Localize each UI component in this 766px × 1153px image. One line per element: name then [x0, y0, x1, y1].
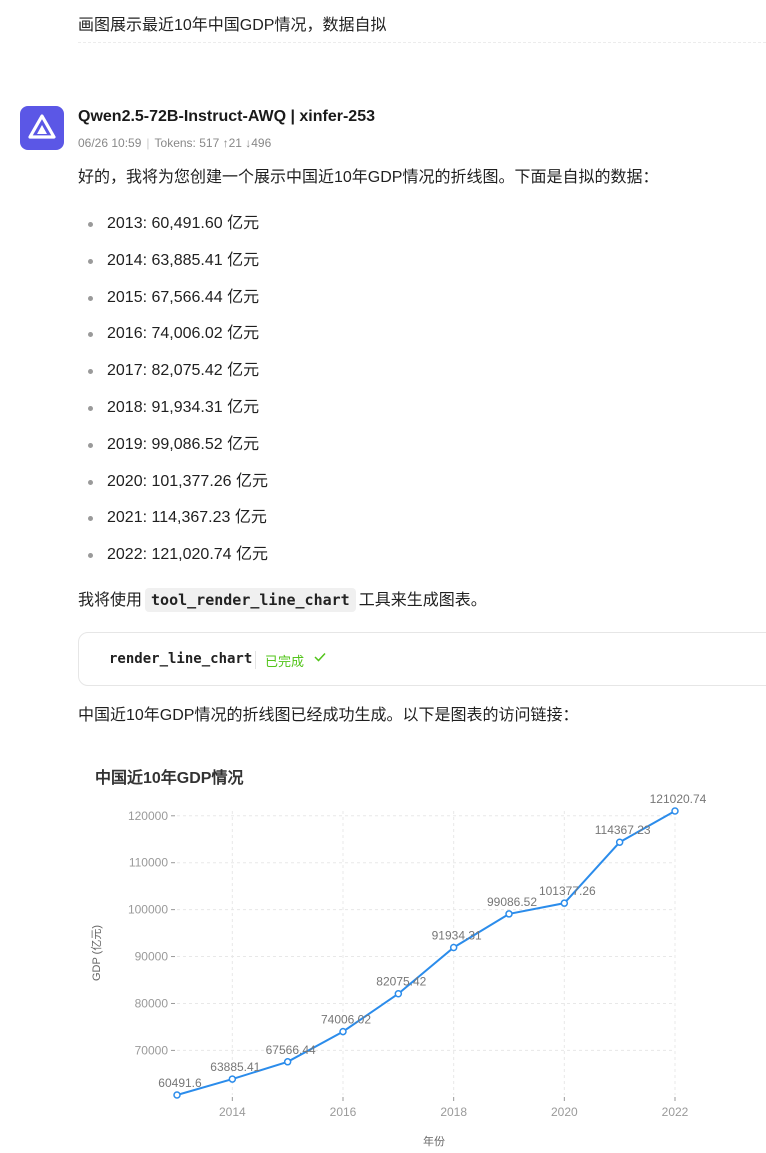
data-point — [505, 910, 513, 918]
tool-text-after: 工具来生成图表。 — [358, 592, 487, 609]
x-tick-label: 2014 — [219, 1105, 246, 1119]
data-label: 82075.42 — [376, 975, 426, 989]
list-item-text: 2013: 60,491.60 亿元 — [107, 215, 260, 232]
y-tick-label: 110000 — [129, 856, 168, 870]
list-item: 2022: 121,020.74 亿元 — [80, 543, 268, 580]
tool-card-divider — [255, 651, 256, 669]
data-label: 99086.52 — [487, 895, 537, 909]
data-label: 74006.02 — [321, 1013, 371, 1027]
x-axis-label: 年份 — [423, 1134, 445, 1148]
tool-call-name: render_line_chart — [109, 651, 253, 667]
bullet-icon — [88, 332, 93, 338]
y-tick-label: 80000 — [135, 996, 169, 1010]
list-item-text: 2014: 63,885.41 亿元 — [107, 251, 260, 269]
y-tick-label: 100000 — [128, 903, 168, 917]
list-item-text: 2019: 99,086.52 亿元 — [107, 435, 260, 453]
data-point — [449, 943, 458, 952]
chart-title: 中国近10年GDP情况 — [95, 770, 244, 787]
data-point — [173, 1091, 181, 1099]
list-item-text: 2017: 82,075.42 亿元 — [107, 362, 260, 380]
list-item-text: 2018: 91,934.31 亿元 — [107, 398, 260, 416]
token-count: Tokens: 517 ↑21 ↓496 — [154, 136, 272, 150]
tool-text-before: 我将使用 — [78, 592, 143, 609]
list-item: 2016: 74,006.02 亿元 — [80, 322, 268, 359]
bot-name: Qwen2.5-72B-Instruct-AWQ | xinfer-253 — [78, 108, 375, 125]
x-tick-label: 2016 — [330, 1105, 357, 1119]
x-tick-label: 2018 — [440, 1105, 467, 1119]
bullet-icon — [88, 479, 93, 485]
data-label: 101377.26 — [539, 884, 596, 898]
data-label: 63885.41 — [210, 1060, 260, 1074]
list-item: 2020: 101,377.26 亿元 — [80, 470, 268, 507]
intro-text: 好的，我将为您创建一个展示中国近10年GDP情况的折线图。下面是自拟的数据： — [78, 169, 659, 186]
message-meta: 06/26 10:59 | Tokens: 517 ↑21 ↓496 — [78, 136, 272, 150]
bullet-icon — [88, 295, 93, 301]
bullet-icon — [88, 442, 93, 448]
list-item-text: 2015: 67,566.44 亿元 — [107, 288, 260, 306]
x-tick-label: 2022 — [662, 1105, 689, 1119]
data-point — [283, 1058, 292, 1066]
list-item: 2014: 63,885.41 亿元 — [80, 249, 268, 286]
y-tick-label: 120000 — [128, 809, 168, 823]
data-label: 60491.6 — [158, 1076, 202, 1090]
data-point — [228, 1075, 237, 1083]
list-item-text: 2021: 114,367.23 亿元 — [107, 509, 267, 527]
gdp-line-chart: 70000 80000 90000 100000 110000 120000 2014 201… — [90, 792, 707, 1148]
list-item: 2018: 91,934.31 亿元 — [80, 396, 268, 433]
message-timestamp: 06/26 10:59 — [78, 136, 142, 150]
list-item: 2015: 67,566.44 亿元 — [80, 286, 268, 323]
data-point — [671, 807, 679, 815]
bullet-icon — [88, 258, 93, 264]
data-point — [339, 1027, 347, 1036]
gdp-data-list: 2013: 60,491.60 亿元 2014: 63,885.41 亿元 20… — [80, 212, 268, 580]
list-item: 2017: 82,075.42 亿元 — [80, 359, 268, 396]
tool-usage-text: 我将使用 tool_render_line_chart 工具来生成图表。 — [78, 586, 487, 615]
list-item-text: 2022: 121,020.74 亿元 — [107, 546, 269, 564]
check-icon — [314, 652, 326, 662]
tool-call-status: 已完成 — [265, 654, 305, 669]
data-label: 67566.44 — [266, 1043, 316, 1057]
data-point — [615, 838, 624, 846]
data-point — [394, 989, 403, 998]
tool-code: tool_render_line_chart — [145, 588, 356, 612]
list-item: 2021: 114,367.23 亿元 — [80, 506, 268, 543]
tool-call-card[interactable]: render_line_chart 已完成 — [78, 632, 766, 686]
list-item-text: 2020: 101,377.26 亿元 — [107, 472, 269, 490]
data-label: 91934.31 — [432, 928, 482, 942]
y-axis-label: GDP (亿元) — [90, 925, 103, 981]
bullet-icon — [88, 405, 93, 411]
data-label: 121020.74 — [650, 792, 707, 806]
list-item: 2013: 60,491.60 亿元 — [80, 212, 268, 249]
data-point — [560, 899, 569, 907]
result-text: 中国近10年GDP情况的折线图已经成功生成。以下是图表的访问链接： — [78, 707, 579, 724]
list-item-text: 2016: 74,006.02 亿元 — [107, 325, 260, 343]
bullet-icon — [88, 369, 93, 375]
y-tick-label: 90000 — [135, 950, 169, 964]
series-line — [176, 810, 676, 1096]
message-divider — [78, 42, 766, 43]
qwen-logo-icon — [20, 106, 64, 150]
data-label: 114367.23 — [595, 823, 651, 837]
bullet-icon — [88, 516, 93, 522]
y-tick-label: 70000 — [135, 1043, 169, 1057]
user-message: 画图展示最近10年中国GDP情况，数据自拟 — [78, 17, 387, 34]
x-tick-label: 2020 — [551, 1105, 578, 1119]
bullet-icon — [88, 222, 93, 227]
list-item: 2019: 99,086.52 亿元 — [80, 433, 268, 470]
bullet-icon — [88, 553, 93, 559]
